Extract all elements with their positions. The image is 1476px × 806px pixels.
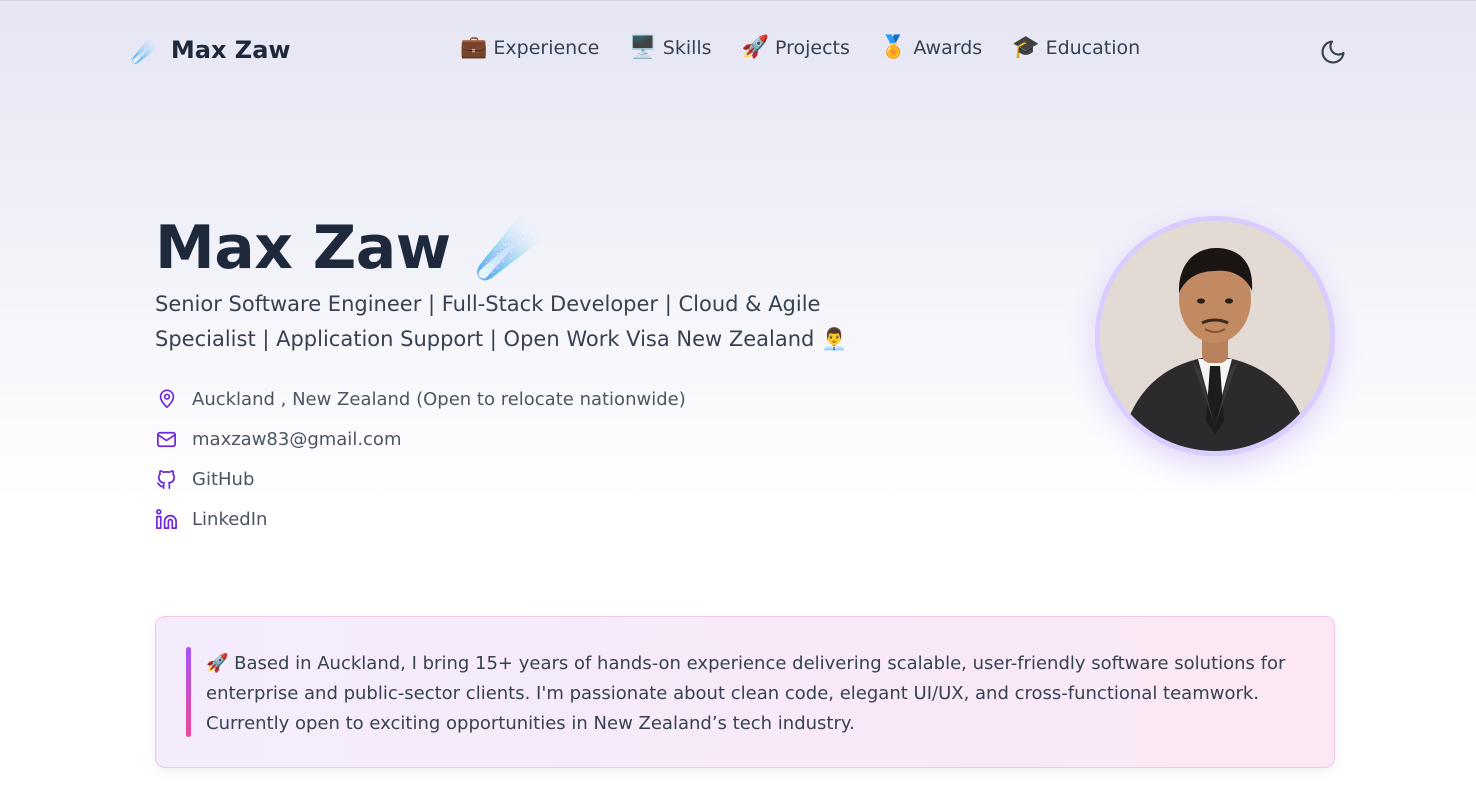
top-nav: ☄️ Max Zaw 💼 Experience 🖥️ Skills 🚀 Proj… bbox=[0, 1, 1476, 105]
brand-name: Max Zaw bbox=[170, 36, 291, 64]
comet-icon: ☄️ bbox=[474, 216, 545, 281]
hero-name: Max Zaw bbox=[155, 213, 451, 283]
profile-photo bbox=[1100, 221, 1330, 451]
hero-subtitle: Senior Software Engineer | Full-Stack De… bbox=[155, 292, 848, 351]
github-link[interactable]: GitHub bbox=[192, 469, 254, 490]
medal-icon: 🏅 bbox=[879, 35, 908, 60]
nav-link-awards[interactable]: 🏅 Awards bbox=[880, 35, 982, 60]
brand-logo[interactable]: ☄️ Max Zaw bbox=[131, 36, 291, 64]
avatar bbox=[1100, 221, 1330, 451]
nav-link-experience[interactable]: 💼 Experience bbox=[460, 35, 599, 60]
contact-location-text: Auckland , New Zealand (Open to relocate… bbox=[192, 388, 686, 410]
contact-linkedin: LinkedIn bbox=[155, 507, 686, 531]
email-link[interactable]: maxzaw83@gmail.com bbox=[192, 429, 401, 450]
nav-link-label: Skills bbox=[662, 36, 712, 59]
moon-icon bbox=[1321, 40, 1345, 64]
nav-link-label: Education bbox=[1045, 36, 1141, 59]
avatar-frame bbox=[1095, 216, 1335, 456]
nav-link-label: Experience bbox=[493, 36, 600, 59]
nav-link-label: Projects bbox=[775, 36, 850, 59]
theme-toggle-button[interactable] bbox=[1318, 37, 1348, 67]
nav-link-education[interactable]: 🎓 Education bbox=[1012, 35, 1140, 60]
nav-links: 💼 Experience 🖥️ Skills 🚀 Projects 🏅 Awar… bbox=[460, 35, 1140, 60]
briefcase-icon: 💼 bbox=[460, 35, 488, 60]
linkedin-link[interactable]: LinkedIn bbox=[192, 509, 267, 530]
contact-email: maxzaw83@gmail.com bbox=[155, 427, 686, 451]
linkedin-icon bbox=[155, 508, 178, 531]
hero-title: Max Zaw ☄️ bbox=[155, 213, 544, 283]
contact-github: GitHub bbox=[155, 467, 686, 491]
location-pin-icon bbox=[155, 388, 178, 411]
nav-link-skills[interactable]: 🖥️ Skills bbox=[629, 35, 711, 60]
rocket-icon: 🚀 bbox=[741, 35, 769, 60]
bio-card: 🚀 Based in Auckland, I bring 15+ years o… bbox=[155, 616, 1335, 768]
comet-icon: ☄️ bbox=[131, 36, 161, 64]
bio-text: 🚀 Based in Auckland, I bring 15+ years o… bbox=[206, 653, 1286, 734]
mail-icon bbox=[155, 428, 178, 451]
nav-link-projects[interactable]: 🚀 Projects bbox=[742, 35, 850, 60]
contact-location: Auckland , New Zealand (Open to relocate… bbox=[155, 387, 686, 411]
bio-accent-bar bbox=[186, 647, 191, 737]
computer-icon: 🖥️ bbox=[629, 35, 657, 60]
github-icon bbox=[155, 468, 178, 491]
graduation-cap-icon: 🎓 bbox=[1012, 35, 1040, 60]
contact-list: Auckland , New Zealand (Open to relocate… bbox=[155, 387, 686, 531]
nav-link-label: Awards bbox=[913, 36, 983, 59]
